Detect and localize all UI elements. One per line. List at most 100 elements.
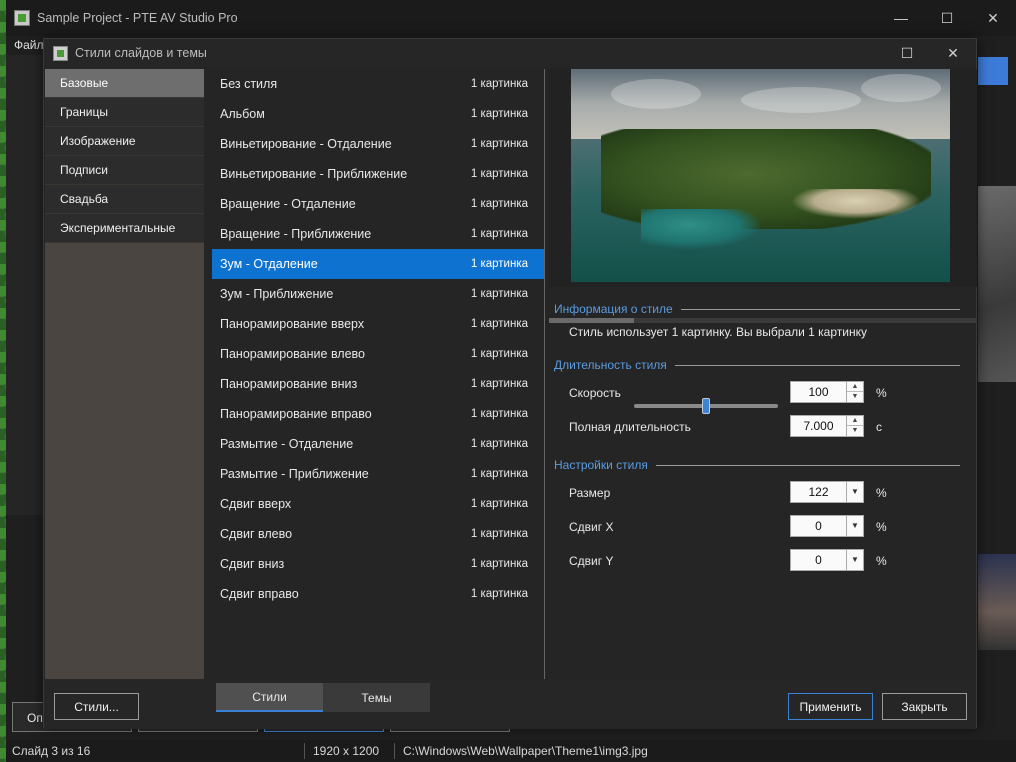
style-image-count: 1 картинка [470,498,528,510]
style-image-count: 1 картинка [470,108,528,120]
section-header-info: Информация о стиле [554,302,960,316]
section-header-label: Длительность стиля [554,358,667,372]
style-name: Панорамирование вправо [220,407,372,421]
style-list: Без стиля 1 картинка Альбом 1 картинка Винье… [212,69,544,679]
style-list-item[interactable]: Панорамирование вправо 1 картинка [212,399,544,429]
style-image-count: 1 картинка [470,288,528,300]
preview-panel [549,69,977,323]
size-label: Размер [569,486,611,500]
chevron-down-icon[interactable]: ▼ [846,482,863,502]
app-options-label: Оп [27,711,43,725]
speed-slider-thumb[interactable] [702,398,710,414]
style-list-item[interactable]: Виньетирование - Приближение 1 картинка [212,159,544,189]
app-left-panel [6,55,44,515]
stepper-up-icon[interactable]: ▲ [847,382,863,392]
shift-x-combobox[interactable]: 0 ▼ [790,515,864,537]
total-duration-unit: с [876,420,882,434]
style-name: Вращение - Приближение [220,227,372,241]
stepper-down-icon[interactable]: ▼ [847,392,863,402]
total-duration-input[interactable]: 7.000 ▲ ▼ [790,415,864,437]
style-image-count: 1 картинка [470,438,528,450]
total-duration-stepper[interactable]: ▲ ▼ [846,416,863,436]
speed-input[interactable]: 100 ▲ ▼ [790,381,864,403]
style-list-item[interactable]: Сдвиг вниз 1 картинка [212,549,544,579]
style-name: Сдвиг вверх [220,497,292,511]
style-list-item[interactable]: Вращение - Отдаление 1 картинка [212,189,544,219]
stepper-up-icon[interactable]: ▲ [847,416,863,426]
style-list-item[interactable]: Панорамирование вверх 1 картинка [212,309,544,339]
app-titlebar: Sample Project - PTE AV Studio Pro — ☐ ✕ [6,0,1016,36]
category-item[interactable]: Свадьба [45,185,204,214]
app-logo-icon [14,10,30,26]
category-item[interactable]: Экспериментальные [45,214,204,243]
statusbar: Слайд 3 из 16 1920 x 1200 C:\Windows\Web… [6,740,1016,762]
category-item[interactable]: Границы [45,98,204,127]
style-list-item[interactable]: Панорамирование вниз 1 картинка [212,369,544,399]
chevron-down-icon[interactable]: ▼ [846,550,863,570]
style-name: Сдвиг вниз [220,557,285,571]
status-slide: Слайд 3 из 16 [12,744,91,758]
speed-slider[interactable] [634,396,778,416]
dialog-maximize-button[interactable]: ☐ [884,39,930,67]
style-list-item[interactable]: Сдвиг вправо 1 картинка [212,579,544,609]
style-name: Зум - Приближение [220,287,334,301]
tab-themes[interactable]: Темы [323,683,430,712]
menu-file[interactable]: Файл [14,38,44,52]
category-label: Свадьба [60,192,109,206]
app-maximize-button[interactable]: ☐ [924,0,970,36]
styles-themes-dialog: Стили слайдов и темы ☐ ✕ Базовые Границы… [43,38,977,729]
size-combobox[interactable]: 122 ▼ [790,481,864,503]
app-right-button[interactable] [978,57,1008,85]
style-settings-panel: Информация о стиле Стиль использует 1 ка… [549,297,977,679]
shift-y-label: Сдвиг Y [569,554,614,568]
tab-styles[interactable]: Стили [216,683,323,712]
style-list-item[interactable]: Зум - Приближение 1 картинка [212,279,544,309]
category-item[interactable]: Базовые [45,69,204,98]
preview-image [571,69,950,282]
apply-button[interactable]: Применить [788,693,873,720]
style-list-item[interactable]: Вращение - Приближение 1 картинка [212,219,544,249]
style-image-count: 1 картинка [470,468,528,480]
style-list-item[interactable]: Без стиля 1 картинка [212,69,544,99]
chevron-down-icon[interactable]: ▼ [846,516,863,536]
stepper-down-icon[interactable]: ▼ [847,426,863,436]
shift-x-label: Сдвиг X [569,520,614,534]
dialog-close-button[interactable]: ✕ [930,39,976,67]
style-list-item[interactable]: Виньетирование - Отдаление 1 картинка [212,129,544,159]
section-header-duration: Длительность стиля [554,358,960,372]
style-name: Без стиля [220,77,278,91]
style-list-item[interactable]: Зум - Отдаление 1 картинка [212,249,544,279]
style-image-count: 1 картинка [470,78,528,90]
shift-y-combobox[interactable]: 0 ▼ [790,549,864,571]
status-path: C:\Windows\Web\Wallpaper\Theme1\img3.jpg [403,744,648,758]
style-image-count: 1 картинка [470,318,528,330]
style-name: Размытие - Приближение [220,467,369,481]
style-list-item[interactable]: Альбом 1 картинка [212,99,544,129]
category-item[interactable]: Изображение [45,127,204,156]
shift-y-value: 0 [815,553,822,567]
style-list-item[interactable]: Сдвиг вверх 1 картинка [212,489,544,519]
category-item[interactable]: Подписи [45,156,204,185]
style-image-count: 1 картинка [470,348,528,360]
style-image-count: 1 картинка [470,198,528,210]
close-button[interactable]: Закрыть [882,693,967,720]
style-list-item[interactable]: Панорамирование влево 1 картинка [212,339,544,369]
style-list-item[interactable]: Размытие - Отдаление 1 картинка [212,429,544,459]
style-name: Альбом [220,107,265,121]
list-divider [544,69,545,679]
app-close-button[interactable]: ✕ [970,0,1016,36]
speed-label: Скорость [569,386,621,400]
style-image-count: 1 картинка [470,378,528,390]
app-right-thumbnail[interactable] [978,554,1016,650]
speed-stepper[interactable]: ▲ ▼ [846,382,863,402]
dialog-titlebar[interactable]: Стили слайдов и темы ☐ ✕ [44,39,976,67]
app-minimize-button[interactable]: — [878,0,924,36]
style-list-item[interactable]: Сдвиг влево 1 картинка [212,519,544,549]
style-name: Панорамирование вниз [220,377,358,391]
styles-menu-button[interactable]: Стили... [54,693,139,720]
shift-x-unit: % [876,520,887,534]
style-name: Панорамирование влево [220,347,365,361]
style-name: Вращение - Отдаление [220,197,356,211]
size-value: 122 [808,485,829,499]
style-list-item[interactable]: Размытие - Приближение 1 картинка [212,459,544,489]
